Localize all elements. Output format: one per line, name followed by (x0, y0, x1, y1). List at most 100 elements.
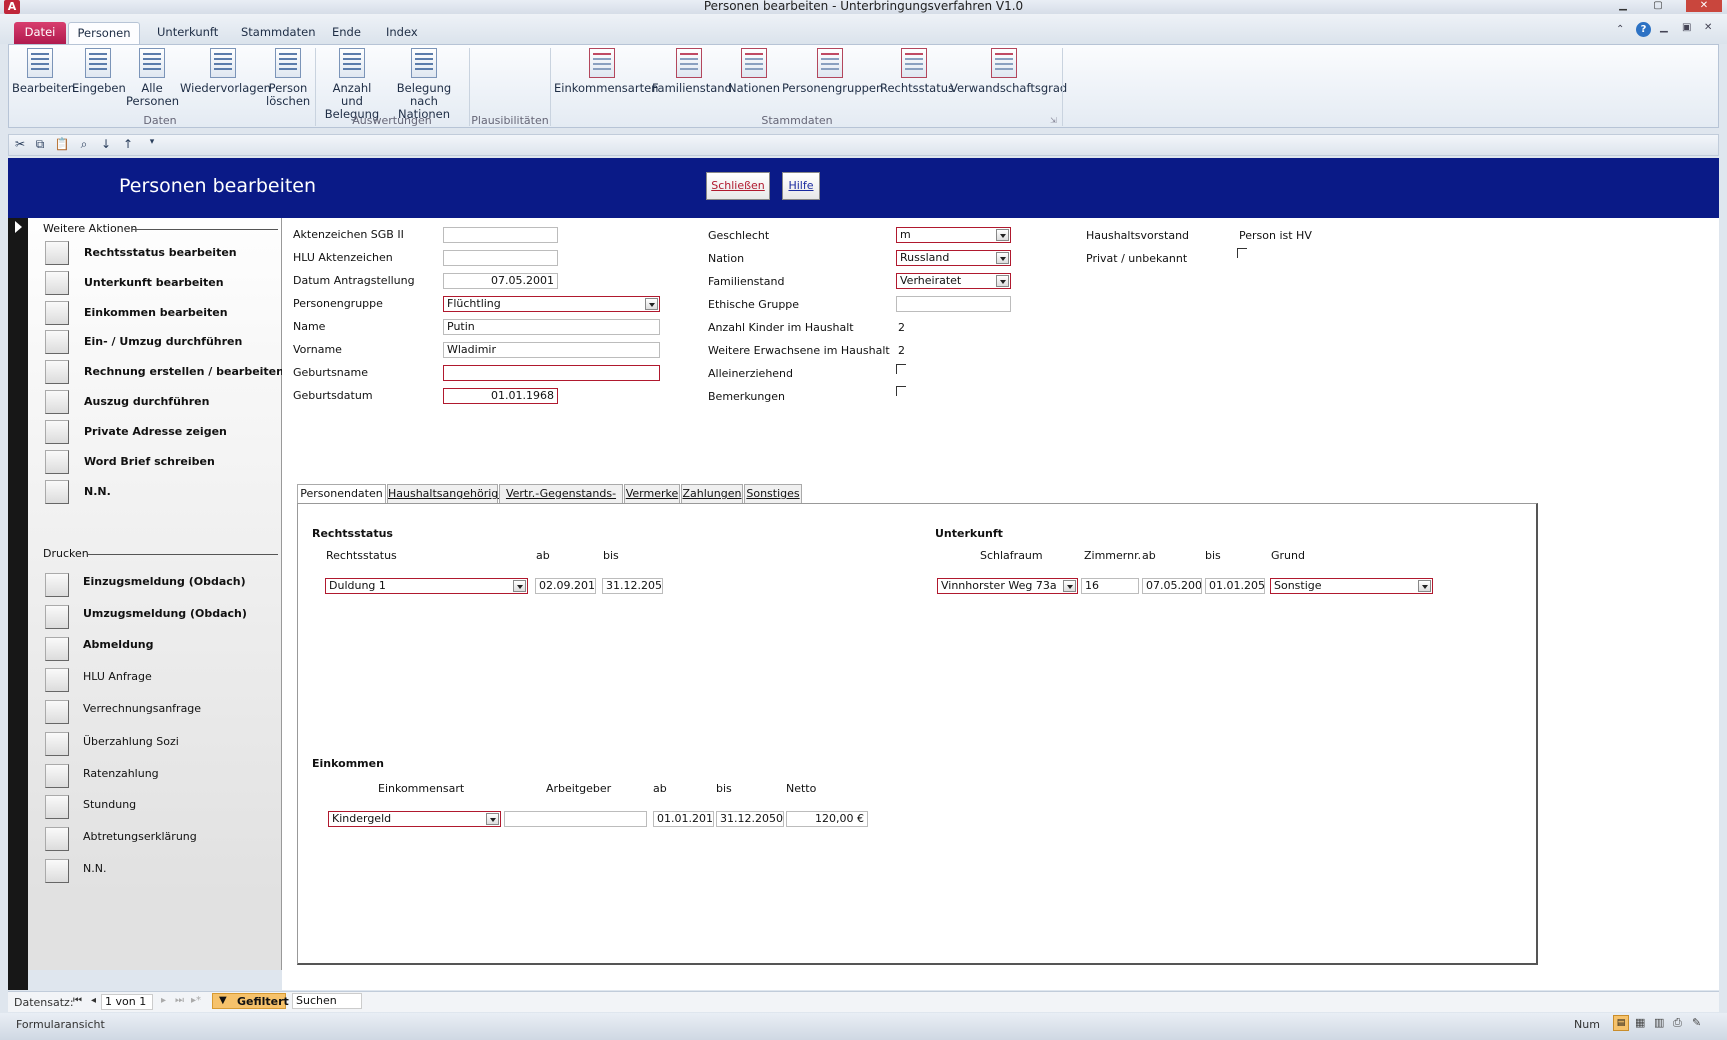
dropdown-arrow-icon[interactable] (1418, 580, 1431, 592)
auszug-durchfuehren-button[interactable] (45, 390, 69, 414)
filter-badge[interactable]: ▼ Gefiltert (212, 993, 289, 1009)
aktenzeichen-sgb-field[interactable] (443, 227, 558, 243)
private-adresse-button[interactable] (45, 420, 69, 444)
tab-personen[interactable]: Personen (68, 22, 140, 44)
search-input[interactable]: Suchen (292, 993, 362, 1009)
tab-datei[interactable]: Datei (14, 22, 66, 44)
print-preview-icon[interactable]: ⎙ (1673, 1016, 1682, 1030)
subtab-vermerke[interactable]: Vermerke (624, 484, 680, 504)
nn-print-button[interactable] (45, 859, 69, 883)
einkommensart-select[interactable]: Kindergeld (328, 811, 501, 827)
find-icon[interactable]: ⌕ (76, 137, 92, 153)
verwandschaftsgrad-button[interactable]: Verwandschaftsgrad (950, 48, 1067, 95)
einkommen-bis-field[interactable]: 31.12.2050 (716, 811, 784, 827)
dropdown-arrow-icon[interactable] (645, 298, 658, 310)
nationen-button[interactable]: Nationen (728, 48, 780, 95)
word-brief-button[interactable] (45, 450, 69, 474)
eingeben-button[interactable]: Eingeben (72, 48, 126, 95)
window-close-icon[interactable]: ✕ (1686, 0, 1722, 12)
rechnung-erstellen-button[interactable] (45, 360, 69, 384)
subtab-zahlungen[interactable]: Zahlungen (681, 484, 743, 504)
stundung-button[interactable] (45, 795, 69, 819)
geburtsdatum-field[interactable]: 01.01.1968 (443, 388, 558, 404)
rechtsstatus-bis-field[interactable]: 31.12.2050 (602, 578, 663, 594)
record-position-field[interactable]: 1 von 1 (101, 994, 153, 1010)
umzugsmeldung-button[interactable] (45, 605, 69, 629)
first-record-icon[interactable]: ⏮ (73, 995, 82, 1006)
ethische-gruppe-field[interactable] (896, 296, 1011, 312)
familienstand-button[interactable]: Familienstand (652, 48, 732, 95)
dropdown-arrow-icon[interactable] (996, 252, 1009, 264)
help-icon[interactable]: ? (1636, 22, 1651, 37)
form-view-icon[interactable]: ▤ (1613, 1015, 1629, 1031)
subtab-haushaltsangehoerige[interactable]: Haushaltsangehörige (387, 484, 505, 504)
alle-personen-button[interactable]: Alle Personen (126, 48, 179, 108)
hilfe-button[interactable]: Hilfe (782, 172, 820, 200)
datasheet-view-icon[interactable]: ▦ (1635, 1016, 1645, 1029)
anzahl-belegung-button[interactable]: Anzahl und Belegung (320, 48, 384, 121)
einzugsmeldung-button[interactable] (45, 573, 69, 597)
unterkunft-bis-field[interactable]: 01.01.2050 (1205, 578, 1265, 594)
unterkunft-bearbeiten-button[interactable] (45, 271, 69, 295)
schliessen-button[interactable]: Schließen (706, 172, 770, 200)
nation-select[interactable]: Russland (896, 250, 1011, 266)
rechtsstatus-select[interactable]: Duldung 1 (325, 578, 528, 594)
personengruppe-select[interactable]: Flüchtling (443, 296, 660, 312)
arbeitgeber-field[interactable] (504, 811, 647, 827)
subtab-sonstiges[interactable]: Sonstiges (744, 484, 802, 504)
netto-field[interactable]: 120,00 € (786, 811, 868, 827)
belegung-nationen-button[interactable]: Belegung nach Nationen (384, 48, 464, 121)
next-record-icon[interactable]: ▸ (161, 995, 166, 1006)
geschlecht-select[interactable]: m (896, 227, 1011, 243)
einkommensarten-button[interactable]: Einkommensarten (554, 48, 658, 95)
doc-close-icon[interactable]: ✕ (1704, 22, 1712, 33)
abtretungserklaerung-button[interactable] (45, 827, 69, 851)
tab-stammdaten[interactable]: Stammdaten (229, 22, 327, 44)
design-view-icon[interactable]: ✎ (1692, 1016, 1701, 1029)
new-record-icon[interactable]: ▸* (191, 995, 201, 1006)
geburtsname-field[interactable] (443, 365, 660, 381)
vorname-field[interactable]: Wladimir (443, 342, 660, 358)
customize-toolbar-icon[interactable]: ▾ (144, 137, 160, 153)
paste-icon[interactable]: 📋 (54, 137, 70, 153)
hlu-anfrage-button[interactable] (45, 668, 69, 692)
copy-icon[interactable]: ⧉ (32, 137, 48, 153)
subtab-vertr-gegenstands-nr[interactable]: Vertr.-Gegenstands-Nr. (499, 484, 623, 518)
privat-unbekannt-checkbox[interactable] (1237, 248, 1247, 258)
record-selector[interactable] (8, 218, 28, 990)
alleinerziehend-checkbox[interactable] (896, 364, 906, 374)
ueberzahlung-button[interactable] (45, 732, 69, 756)
dropdown-arrow-icon[interactable] (996, 229, 1009, 241)
schlafraum-select[interactable]: Vinnhorster Weg 73a (937, 578, 1078, 594)
dropdown-arrow-icon[interactable] (996, 275, 1009, 287)
doc-minimize-icon[interactable]: ▁ (1660, 22, 1668, 33)
dropdown-arrow-icon[interactable] (486, 813, 499, 825)
nn-action-button[interactable] (45, 480, 69, 504)
tab-index[interactable]: Index (374, 22, 430, 44)
rechtsstatus-ab-field[interactable]: 02.09.2014 (535, 578, 596, 594)
umzug-durchfuehren-button[interactable] (45, 330, 69, 354)
tab-unterkunft[interactable]: Unterkunft (145, 22, 230, 44)
dropdown-arrow-icon[interactable] (513, 580, 526, 592)
layout-view-icon[interactable]: ▥ (1654, 1016, 1664, 1029)
maximize-icon[interactable]: ▢ (1648, 0, 1668, 12)
previous-record-icon[interactable]: ◂ (91, 995, 96, 1006)
wiedervorlagen-button[interactable]: Wiedervorlagen (180, 48, 271, 95)
rechtsstatus-bearbeiten-button[interactable] (45, 241, 69, 265)
rechtsstatus-button[interactable]: Rechtsstatus (880, 48, 954, 95)
tab-ende[interactable]: Ende (320, 22, 373, 44)
person-loeschen-button[interactable]: Person löschen (266, 48, 310, 108)
dialog-launcher-icon[interactable]: ⇲ (1050, 116, 1057, 125)
subtab-personendaten[interactable]: Personendaten (297, 484, 386, 504)
cut-icon[interactable]: ✂ (12, 137, 28, 153)
sort-ascending-icon[interactable]: ↓ (98, 137, 114, 153)
hlu-aktenzeichen-field[interactable] (443, 250, 558, 266)
bearbeiten-button[interactable]: Bearbeiten (12, 48, 75, 95)
minimize-icon[interactable]: ▁ (1613, 0, 1633, 12)
einkommen-bearbeiten-button[interactable] (45, 301, 69, 325)
sort-descending-icon[interactable]: ↑ (120, 137, 136, 153)
unterkunft-ab-field[interactable]: 07.05.2001 (1142, 578, 1202, 594)
dropdown-arrow-icon[interactable] (1063, 580, 1076, 592)
grund-select[interactable]: Sonstige (1270, 578, 1433, 594)
familienstand-select[interactable]: Verheiratet (896, 273, 1011, 289)
